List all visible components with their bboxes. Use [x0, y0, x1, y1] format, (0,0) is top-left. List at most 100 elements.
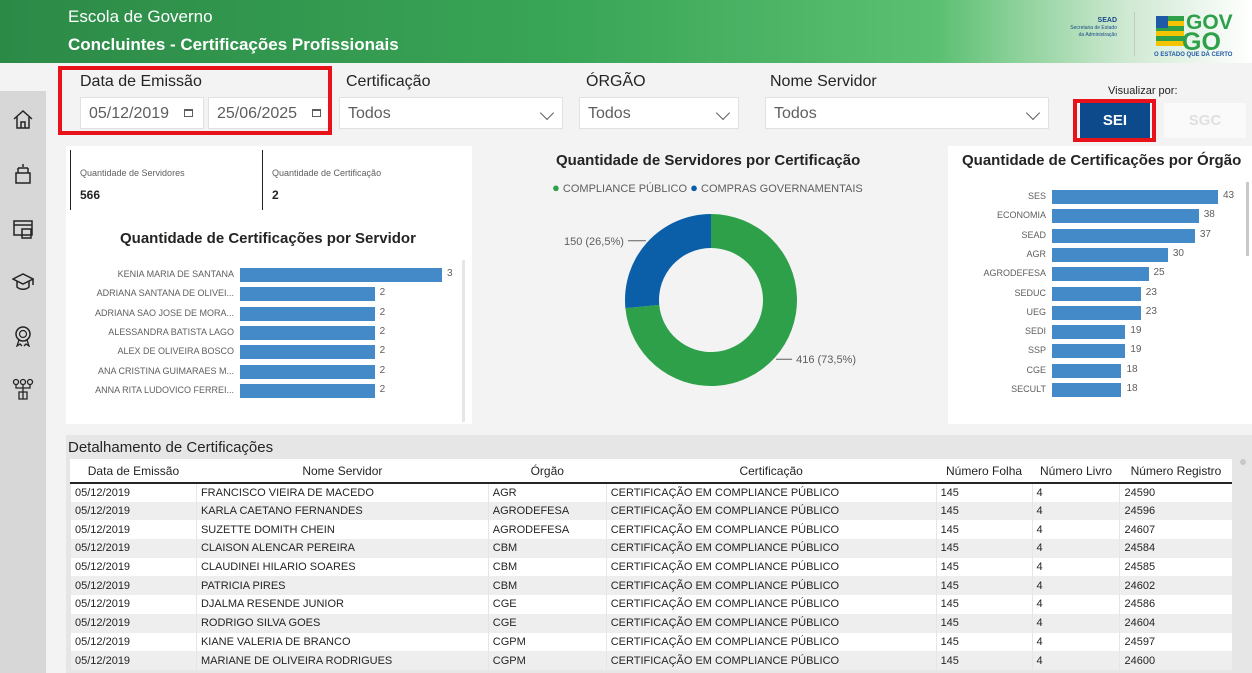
bar-value-label: 2	[379, 306, 386, 318]
table-cell: 4	[1031, 632, 1120, 652]
table-row[interactable]: 05/12/2019 KIANE VALERIA DE BRANCO CGPM CER…	[70, 632, 1232, 652]
table-row[interactable]: 05/12/2019 KARLA CAETANO FERNANDES AGRODEF…	[70, 501, 1232, 521]
table-cell: CERTIFICAÇÃO EM COMPLIANCE PÚBLICO	[605, 501, 937, 521]
bar[interactable]	[1052, 286, 1141, 301]
table-cell: 145	[935, 595, 1033, 614]
bar[interactable]	[1052, 209, 1199, 224]
table-cell: 145	[935, 520, 1033, 540]
table-cell: KARLA CAETANO FERNANDES	[195, 501, 489, 521]
table-cell: CBM	[487, 539, 607, 558]
donut-slice[interactable]	[625, 214, 711, 309]
chevron-down-icon	[1025, 105, 1041, 121]
bar[interactable]	[1052, 305, 1141, 320]
table-cell: 145	[935, 613, 1033, 633]
bar[interactable]	[1052, 363, 1122, 378]
table-cell: 4	[1031, 483, 1120, 502]
table-row[interactable]: 05/12/2019 CLAUDINEI HILARIO SOARES CBM CER…	[70, 557, 1232, 577]
bar[interactable]	[240, 345, 375, 360]
bar-category-label: ADRIANA SANTANA DE OLIVEI...	[96, 288, 234, 299]
bar[interactable]	[1052, 325, 1126, 340]
table-cell: CERTIFICAÇÃO EM COMPLIANCE PÚBLICO	[605, 613, 937, 633]
table-title: Detalhamento de Certificações	[68, 439, 274, 456]
table-cell: 05/12/2019	[70, 632, 197, 652]
table-cell: CERTIFICAÇÃO EM COMPLIANCE PÚBLICO	[605, 483, 937, 502]
bar[interactable]	[240, 364, 375, 379]
table-cell: 4	[1031, 613, 1120, 633]
dashboard-icon[interactable]	[12, 218, 34, 240]
servidores-card-label: Quantidade de Servidores	[80, 168, 185, 178]
table-cell: 145	[935, 632, 1033, 652]
certificate-badge-icon[interactable]	[12, 325, 34, 347]
column-header[interactable]: Número Livro	[1032, 459, 1120, 484]
filter-servidor-label: Nome Servidor	[770, 73, 877, 90]
bar[interactable]	[1052, 228, 1195, 243]
table-row[interactable]: 05/12/2019 SUZETTE DOMITH CHEIN AGRODEFESA…	[70, 520, 1232, 540]
bar[interactable]	[240, 287, 375, 302]
table-cell: 05/12/2019	[70, 576, 197, 596]
sead-name: SEAD	[1097, 17, 1117, 24]
scrollbar[interactable]	[1246, 182, 1249, 256]
table-cell: 24585	[1119, 557, 1232, 577]
table-cell: CERTIFICAÇÃO EM COMPLIANCE PÚBLICO	[605, 576, 937, 596]
bar[interactable]	[240, 325, 375, 340]
table-cell: 24584	[1119, 539, 1232, 558]
servidores-card-value: 566	[80, 188, 101, 202]
column-header[interactable]: Data de Emissão	[70, 459, 197, 484]
idea-icon[interactable]	[12, 163, 34, 185]
bar[interactable]	[1052, 190, 1218, 204]
bar-category-label: KENIA MARIA DE SANTANA	[117, 269, 234, 279]
servidor-dropdown[interactable]: Todos	[765, 97, 1049, 129]
table-cell: 24590	[1119, 483, 1232, 502]
bar-value-label: 19	[1130, 344, 1142, 356]
column-header[interactable]: Número Folha	[936, 459, 1033, 484]
bar-value-label: 2	[379, 325, 386, 337]
orgao-dropdown[interactable]: Todos	[579, 97, 739, 129]
bar[interactable]	[1052, 344, 1126, 359]
table-row[interactable]: 05/12/2019 DJALMA RESENDE JUNIOR CGE CERTIF…	[70, 595, 1232, 614]
table-cell: 24600	[1119, 651, 1232, 670]
certificacao-dropdown[interactable]: Todos	[339, 97, 563, 129]
orgao-chart-title: Quantidade de Certificações por Órgão	[962, 152, 1242, 169]
table-cell: 145	[935, 651, 1033, 670]
graduation-cap-icon[interactable]	[12, 271, 34, 293]
chevron-down-icon	[715, 105, 731, 121]
bar-value-label: 18	[1126, 383, 1138, 394]
sgc-button[interactable]: SGC	[1164, 103, 1246, 138]
column-header[interactable]: Nome Servidor	[196, 459, 489, 484]
bar[interactable]	[1052, 247, 1168, 262]
bar-category-label: SECULT	[1011, 384, 1046, 394]
table-cell: 4	[1031, 520, 1120, 540]
home-icon[interactable]	[12, 108, 34, 130]
table-cell: 24586	[1119, 595, 1232, 614]
bar[interactable]	[240, 383, 375, 398]
logo-divider	[1134, 12, 1135, 56]
table-row[interactable]: 05/12/2019 MARIANE DE OLIVEIRA RODRIGUES C…	[70, 651, 1232, 670]
certificacao-card-label: Quantidade de Certificação	[272, 168, 382, 178]
bar[interactable]	[1052, 267, 1149, 282]
table-cell: 05/12/2019	[70, 520, 197, 540]
column-header[interactable]: Certificação	[606, 459, 937, 484]
table-row[interactable]: 05/12/2019 PATRICIA PIRES CBM CERTIFICAÇÃO …	[70, 576, 1232, 596]
bar-category-label: ALEX DE OLIVEIRA BOSCO	[117, 346, 234, 357]
table-cell: SUZETTE DOMITH CHEIN	[195, 520, 489, 540]
servidor-chart-title: Quantidade de Certificações por Servidor	[120, 230, 416, 247]
scrollbar[interactable]	[462, 260, 465, 422]
govgo-logo: GOV GO O ESTADO QUE DÁ CERTO	[1152, 10, 1244, 58]
bar[interactable]	[1052, 383, 1122, 397]
table-row[interactable]: 05/12/2019 FRANCISCO VIEIRA DE MACEDO AGR C…	[70, 483, 1232, 502]
table-cell: CGPM	[487, 632, 607, 652]
header-subtitle: Escola de Governo	[68, 7, 213, 26]
network-icon[interactable]	[12, 378, 34, 400]
table-cell: 05/12/2019	[70, 557, 197, 577]
table-cell: CERTIFICAÇÃO EM COMPLIANCE PÚBLICO	[605, 520, 937, 540]
bar-value-label: 2	[379, 364, 386, 376]
scrollbar[interactable]	[1240, 459, 1246, 465]
column-header[interactable]: Órgão	[488, 459, 607, 484]
table-row[interactable]: 05/12/2019 CLAISON ALENCAR PEREIRA CBM CERT…	[70, 539, 1232, 558]
column-header[interactable]: Número Registro	[1119, 459, 1232, 484]
bar[interactable]	[240, 306, 375, 321]
table-cell: 24607	[1119, 520, 1232, 540]
bar[interactable]	[240, 268, 442, 282]
table-row[interactable]: 05/12/2019 RODRIGO SILVA GOES CGE CERTIFICA…	[70, 613, 1232, 633]
bar-value-label: 43	[1223, 190, 1235, 201]
